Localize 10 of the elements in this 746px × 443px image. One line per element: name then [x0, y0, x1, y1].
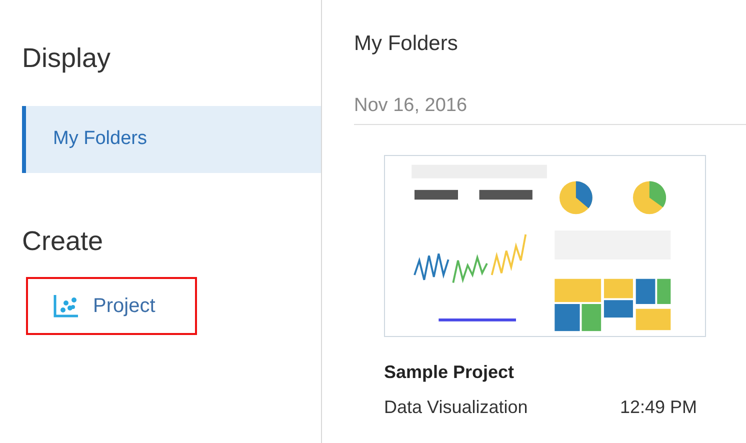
date-group-header: Nov 16, 2016 [354, 92, 746, 125]
sidebar-item[interactable]: My Folders [22, 106, 321, 173]
project-type: Data Visualization [384, 396, 529, 419]
project-title: Sample Project [384, 361, 516, 384]
section-heading: Display [22, 42, 112, 75]
create-project-button[interactable]: Project [26, 276, 197, 334]
page-title: My Folders [354, 31, 459, 57]
section-heading: Create [22, 224, 104, 258]
scatter-chart-icon [53, 294, 79, 318]
modified-time: 12:49 PM [620, 396, 698, 419]
